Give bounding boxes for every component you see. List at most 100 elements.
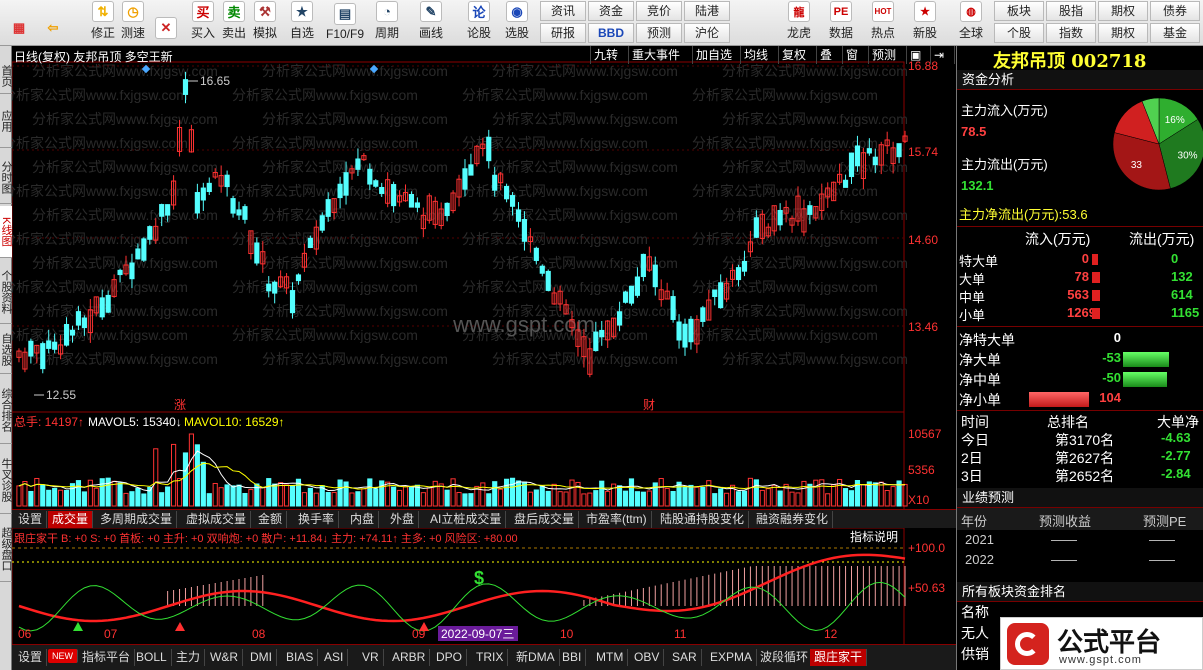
volume-tab[interactable]: 多周期成交量 — [96, 511, 178, 528]
pie-slice-label: 16% — [1165, 115, 1185, 126]
candle-body — [81, 317, 87, 329]
new-stock-button[interactable]: ★ 新股 — [906, 1, 944, 44]
close-button[interactable]: ✕ — [149, 1, 183, 44]
left-nav-item[interactable]: 分时图 — [0, 152, 12, 204]
chart-toolbar-button[interactable]: 叠 — [816, 46, 835, 64]
discuss-button[interactable]: 论论股 — [462, 1, 496, 44]
chart-toolbar-button[interactable]: 九转 — [590, 46, 621, 64]
indicator-tab[interactable]: VR — [358, 649, 384, 666]
chart-toolbar-button[interactable]: 复权 — [778, 46, 809, 64]
f10-button[interactable]: ▤ F10/F9 — [326, 1, 364, 44]
indicator-tab[interactable]: BOLL — [132, 649, 172, 666]
indicator-tab[interactable]: DPO — [432, 649, 468, 666]
sector-row: 供销 — [961, 646, 989, 662]
indicator-tab[interactable]: OBV — [630, 649, 665, 666]
volume-tab[interactable]: 外盘 — [386, 511, 420, 528]
toolbar-small-button[interactable]: 资金 — [588, 1, 634, 21]
indicator-tab[interactable]: 设置 — [14, 649, 48, 666]
toolbar-small-button[interactable]: 陆港 — [684, 1, 730, 21]
toolbar-small-button[interactable]: 期权 — [1098, 23, 1148, 43]
toolbar-small-button[interactable]: 期权 — [1098, 1, 1148, 21]
buy-button[interactable]: 买买入 — [186, 1, 220, 44]
up-down-arrow-button[interactable]: ⇅ 修正 — [86, 1, 120, 44]
volume-tab[interactable]: 换手率 — [294, 511, 340, 528]
left-nav-item[interactable]: 牛叉诊股 — [0, 446, 12, 514]
volume-bar — [652, 482, 658, 507]
toolbar-small-button[interactable]: 研报 — [540, 23, 586, 43]
volume-tab[interactable]: 盘后成交量 — [510, 511, 580, 528]
pick-stock-button[interactable]: ◉ 选股 — [500, 1, 534, 44]
indicator-tab[interactable]: BBI — [558, 649, 587, 666]
volume-tab[interactable]: 金额 — [254, 511, 288, 528]
left-nav-item[interactable]: 应用 — [0, 94, 12, 148]
indicator-tab[interactable]: ARBR — [388, 649, 431, 666]
indicator-tab[interactable]: DMI — [246, 649, 277, 666]
star-folder-button[interactable]: ★ 自选 — [285, 1, 319, 44]
volume-tab[interactable]: 融资融券变化 — [752, 511, 834, 528]
volume-bar — [450, 478, 456, 507]
gavel-button[interactable]: ⚒ 模拟 — [248, 1, 282, 44]
volume-tab[interactable]: 陆股通持股变化 — [656, 511, 750, 528]
left-nav-item[interactable]: 综合排名 — [0, 376, 12, 444]
toolbar-small-button[interactable]: 股指 — [1046, 1, 1096, 21]
indicator-tab[interactable]: BIAS — [282, 649, 319, 666]
dragon-button[interactable]: 龍龙虎 — [780, 1, 818, 44]
chart-toolbar-button[interactable]: 加自选 — [692, 46, 735, 64]
speed-button[interactable]: ◷ 测速 — [116, 1, 150, 44]
toolbar-small-button[interactable]: 个股 — [994, 23, 1044, 43]
new-stock-icon: ★ — [914, 1, 936, 22]
hot-button[interactable]: HOT 热点 — [864, 1, 902, 44]
toolbar-small-button[interactable]: 基金 — [1150, 23, 1200, 43]
left-nav-item[interactable]: K线图 — [0, 206, 12, 258]
volume-bar — [539, 485, 545, 507]
chart-canvas[interactable]: 分析家公式网www.fxjgsw.com 分析家公式网www.fxjgsw.com… — [12, 46, 956, 670]
globe-button[interactable]: ◍ 全球 — [952, 1, 990, 44]
indicator-tab[interactable]: 波段循环 — [756, 649, 814, 666]
chart-toolbar-button[interactable]: ⇥ — [930, 46, 947, 64]
indicator-tab[interactable]: SAR — [668, 649, 702, 666]
toolbar-small-button[interactable]: BBD — [588, 23, 634, 43]
sell-button[interactable]: 卖卖出 — [217, 1, 251, 44]
indicator-tab[interactable]: 指标平台 — [78, 649, 136, 666]
indicator-tab[interactable]: TRIX — [472, 649, 509, 666]
left-nav-item[interactable]: 自选股 — [0, 326, 12, 374]
volume-tab[interactable]: 内盘 — [346, 511, 380, 528]
toolbar-small-button[interactable]: 债券 — [1150, 1, 1200, 21]
indicator-tab[interactable]: EXPMA — [706, 649, 758, 666]
pencil-button[interactable]: ✎ 画线 — [414, 1, 448, 44]
indicator-tab[interactable]: NEW — [48, 649, 78, 663]
pe-button[interactable]: PE 数据 — [822, 1, 860, 44]
chart-toolbar-button[interactable]: 预测 — [868, 46, 899, 64]
toolbar-small-button[interactable]: 预测 — [636, 23, 682, 43]
indicator-tab[interactable]: MTM — [592, 649, 629, 666]
left-nav-item[interactable]: 个股资料 — [0, 260, 12, 324]
chart-toolbar-button[interactable]: 均线 — [740, 46, 771, 64]
volume-tab[interactable]: 设置 — [14, 511, 48, 528]
sector-row: 名称 — [961, 604, 989, 620]
toolbar-small-button[interactable]: 竞价 — [636, 1, 682, 21]
back-arrow-button[interactable]: ⇦ — [36, 1, 70, 44]
toolbar-small-button[interactable]: 板块 — [994, 1, 1044, 21]
toolbar-small-button[interactable]: 指数 — [1046, 23, 1096, 43]
indicator-tab[interactable]: 新DMA — [512, 649, 560, 666]
volume-tab[interactable]: 市盈率(ttm) — [582, 511, 652, 528]
clock-button[interactable]: ◔ 周期 — [370, 1, 404, 44]
indicator-tab[interactable]: ASI — [320, 649, 349, 666]
volume-tab[interactable]: 虚拟成交量 — [182, 511, 252, 528]
chart-toolbar-button[interactable]: ▣ — [906, 46, 924, 64]
candle-body — [182, 79, 189, 95]
toolbar-small-button[interactable]: 资讯 — [540, 1, 586, 21]
indicator-tab[interactable]: W&R — [206, 649, 243, 666]
left-nav-item[interactable]: 超级盘口 — [0, 516, 12, 582]
candle-body — [676, 321, 682, 341]
left-nav-item[interactable]: 首页 — [0, 58, 12, 94]
volume-tab[interactable]: AI立桩成交量 — [426, 511, 507, 528]
indicator-tab[interactable]: 主力 — [172, 649, 206, 666]
toolbar-small-button[interactable]: 沪伦 — [684, 23, 730, 43]
indicator-header: 跟庄家干 B: +0 S: +0 首板: +0 主升: +0 双响炮: +0 散… — [14, 531, 518, 545]
grid-button[interactable]: ▦ — [2, 1, 36, 44]
chart-toolbar-button[interactable]: 重大事件 — [628, 46, 683, 64]
chart-toolbar-button[interactable]: 窗 — [842, 46, 861, 64]
volume-tab[interactable]: 成交量 — [48, 511, 94, 528]
indicator-tab[interactable]: 跟庄家干 — [810, 649, 868, 666]
